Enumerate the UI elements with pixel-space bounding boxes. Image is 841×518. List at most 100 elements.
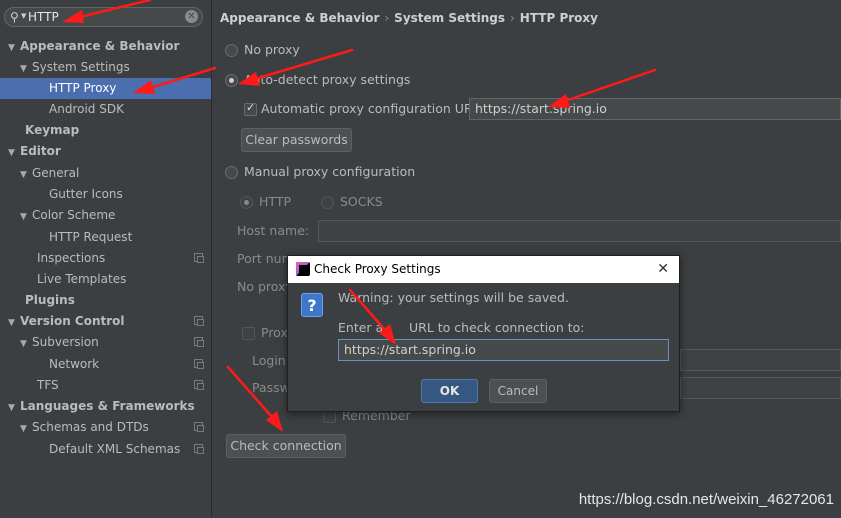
- cancel-button[interactable]: Cancel: [489, 379, 547, 403]
- breadcrumb: Appearance & Behavior › System Settings › HT…: [220, 11, 598, 25]
- socks-radio[interactable]: [321, 196, 334, 209]
- clear-passwords-button[interactable]: Clear passwords: [241, 128, 352, 152]
- dialog-prompt-start: Enter a: [338, 320, 384, 335]
- check-connection-button[interactable]: Check connection: [226, 434, 346, 458]
- expand-triangle-icon[interactable]: ▼: [20, 59, 32, 80]
- check-url-input[interactable]: https://start.spring.io: [338, 339, 669, 361]
- tree-item-schemas-dtds[interactable]: ▼ Schemas and DTDs: [0, 417, 211, 438]
- intellij-logo-icon: [296, 262, 310, 276]
- tree-item-keymap[interactable]: Keymap: [0, 120, 211, 141]
- no-proxy-radio[interactable]: [225, 44, 238, 57]
- tree-item-label: General: [32, 166, 80, 180]
- tree-item-general[interactable]: ▼ General: [0, 163, 211, 184]
- login-label: Login:: [252, 353, 290, 368]
- auto-detect-label: Auto-detect proxy settings: [244, 72, 411, 87]
- dialog-warning: Warning: your settings will be saved.: [338, 290, 569, 305]
- host-name-label: Host name:: [237, 223, 310, 238]
- tree-item-label: Plugins: [25, 293, 75, 307]
- login-input[interactable]: [680, 349, 841, 371]
- tree-item-label: Editor: [20, 144, 61, 158]
- tree-item-label: HTTP Proxy: [49, 81, 117, 95]
- project-scope-icon: [194, 380, 204, 390]
- tree-item-system-settings[interactable]: ▼ System Settings: [0, 57, 211, 78]
- tree-item-label: Network: [49, 357, 100, 371]
- manual-proxy-label: Manual proxy configuration: [244, 164, 416, 179]
- ok-button[interactable]: OK: [421, 379, 478, 403]
- http-label: HTTP: [259, 194, 291, 209]
- expand-triangle-icon[interactable]: ▼: [20, 165, 32, 186]
- breadcrumb-item: System Settings: [394, 11, 505, 25]
- tree-item-tfs[interactable]: TFS: [0, 375, 211, 396]
- tree-item-inspections[interactable]: Inspections: [0, 248, 211, 269]
- port-number-label: Port num: [237, 251, 294, 266]
- dialog-title-bar[interactable]: Check Proxy Settings ✕: [288, 256, 679, 283]
- tree-item-http-proxy[interactable]: HTTP Proxy: [0, 78, 211, 99]
- no-proxy-for-label: No proxy: [237, 279, 293, 294]
- project-scope-icon: [194, 359, 204, 369]
- clear-icon[interactable]: ✕: [185, 10, 198, 23]
- tree-item-gutter-icons[interactable]: Gutter Icons: [0, 184, 211, 205]
- expand-triangle-icon[interactable]: ▼: [20, 207, 32, 228]
- tree-item-label: Color Scheme: [32, 208, 116, 222]
- breadcrumb-item: HTTP Proxy: [519, 11, 598, 25]
- tree-item-label: Schemas and DTDs: [32, 420, 149, 434]
- tree-item-default-xml-schemas[interactable]: Default XML Schemas: [0, 439, 211, 460]
- tree-item-label: Inspections: [37, 251, 106, 265]
- tree-item-network[interactable]: Network: [0, 354, 211, 375]
- tree-item-label: Languages & Frameworks: [20, 399, 195, 413]
- manual-proxy-radio[interactable]: [225, 166, 238, 179]
- search-options-caret-icon[interactable]: ▼: [21, 12, 26, 20]
- socks-label: SOCKS: [340, 194, 383, 209]
- expand-triangle-icon[interactable]: ▼: [8, 398, 20, 419]
- tree-item-plugins[interactable]: Plugins: [0, 290, 211, 311]
- tree-item-languages-frameworks[interactable]: ▼ Languages & Frameworks: [0, 396, 211, 417]
- expand-triangle-icon[interactable]: ▼: [8, 38, 20, 59]
- search-icon: ⚲: [10, 10, 19, 24]
- proxy-auth-checkbox[interactable]: [242, 327, 255, 340]
- auto-config-url-checkbox[interactable]: [244, 101, 257, 116]
- tree-item-android-sdk[interactable]: Android SDK: [0, 99, 211, 120]
- watermark: https://blog.csdn.net/weixin_46272061: [578, 491, 834, 508]
- tree-item-live-templates[interactable]: Live Templates: [0, 269, 211, 290]
- expand-triangle-icon[interactable]: ▼: [8, 313, 20, 334]
- tree-item-label: System Settings: [32, 60, 130, 74]
- no-proxy-label: No proxy: [244, 42, 300, 57]
- project-scope-icon: [194, 337, 204, 347]
- tree-item-http-request[interactable]: HTTP Request: [0, 227, 211, 248]
- expand-triangle-icon[interactable]: ▼: [20, 334, 32, 355]
- tree-item-appearance-behavior[interactable]: ▼ Appearance & Behavior: [0, 36, 211, 57]
- tree-item-label: Gutter Icons: [49, 187, 123, 201]
- settings-search-box[interactable]: ⚲ ▼ HTTP ✕: [4, 7, 203, 27]
- project-scope-icon: [194, 422, 204, 432]
- auto-detect-radio[interactable]: [225, 74, 238, 87]
- tree-item-label: TFS: [37, 378, 59, 392]
- tree-item-subversion[interactable]: ▼ Subversion: [0, 332, 211, 353]
- search-query[interactable]: HTTP: [28, 10, 59, 24]
- tree-item-label: Android SDK: [49, 102, 124, 116]
- auto-config-url-input[interactable]: https://start.spring.io: [469, 98, 841, 120]
- http-radio[interactable]: [240, 196, 253, 209]
- host-name-input[interactable]: [318, 220, 841, 242]
- close-icon[interactable]: ✕: [657, 256, 669, 283]
- expand-triangle-icon[interactable]: ▼: [20, 419, 32, 440]
- tree-item-label: Default XML Schemas: [49, 442, 181, 456]
- project-scope-icon: [194, 316, 204, 326]
- tree-item-label: HTTP Request: [49, 230, 133, 244]
- expand-triangle-icon[interactable]: ▼: [8, 143, 20, 164]
- breadcrumb-separator: ›: [384, 11, 390, 25]
- tree-item-label: Live Templates: [37, 272, 127, 286]
- proxy-auth-label: Prox: [261, 325, 288, 340]
- dialog-prompt-end: URL to check connection to:: [409, 320, 585, 335]
- tree-item-label: Version Control: [20, 314, 125, 328]
- tree-item-label: Keymap: [25, 123, 80, 137]
- tree-item-version-control[interactable]: ▼ Version Control: [0, 311, 211, 332]
- tree-item-editor[interactable]: ▼ Editor: [0, 141, 211, 162]
- tree-item-label: Appearance & Behavior: [20, 39, 180, 53]
- breadcrumb-separator: ›: [509, 11, 515, 25]
- password-input[interactable]: [680, 377, 841, 399]
- project-scope-icon: [194, 444, 204, 454]
- breadcrumb-item: Appearance & Behavior: [220, 11, 380, 25]
- project-scope-icon: [194, 253, 204, 263]
- question-icon: ?: [301, 293, 323, 317]
- tree-item-color-scheme[interactable]: ▼ Color Scheme: [0, 205, 211, 226]
